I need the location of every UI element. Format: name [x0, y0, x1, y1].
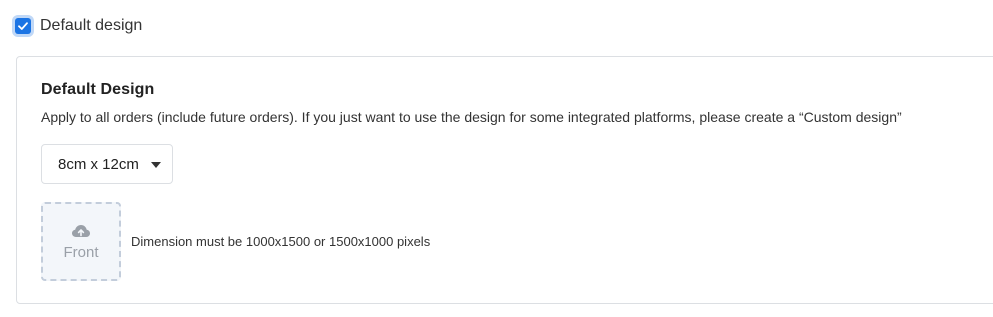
panel-description: Apply to all orders (include future orde… — [41, 109, 902, 125]
default-design-checkbox-label[interactable]: Default design — [40, 15, 142, 37]
upload-front-label: Front — [63, 244, 99, 261]
default-design-section: Default design Default Design Apply to a… — [0, 0, 993, 317]
cloud-upload-icon — [72, 225, 90, 237]
panel-title: Default Design — [41, 81, 155, 98]
size-select-value: 8cm x 12cm — [58, 155, 139, 173]
default-design-checkbox[interactable] — [15, 18, 31, 34]
size-select[interactable]: 8cm x 12cm — [41, 144, 173, 184]
checkmark-icon — [18, 22, 28, 30]
caret-down-icon — [151, 162, 161, 168]
front-upload-button[interactable]: Front — [41, 202, 121, 281]
default-design-panel: Default Design Apply to all orders (incl… — [16, 56, 993, 304]
dimension-note: Dimension must be 1000x1500 or 1500x1000… — [131, 234, 431, 249]
default-design-checkbox-row[interactable]: Default design — [15, 15, 142, 37]
